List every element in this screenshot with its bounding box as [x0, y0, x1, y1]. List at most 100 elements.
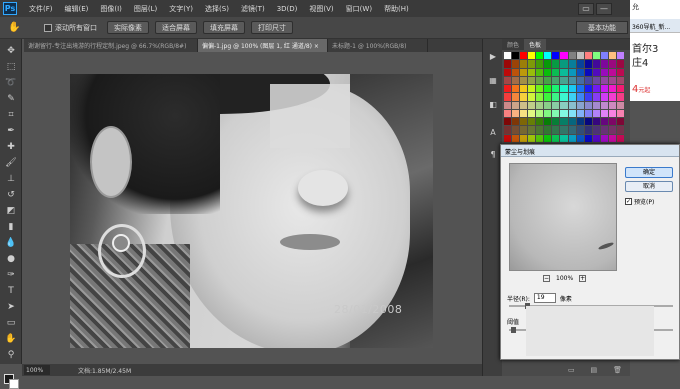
swatch-cell[interactable] — [584, 76, 592, 85]
type-tool-icon[interactable]: T — [4, 285, 18, 297]
swatch-cell[interactable] — [512, 85, 520, 93]
swatch-cell[interactable] — [576, 76, 584, 85]
swatch-cell[interactable] — [552, 109, 560, 118]
swatch-cell[interactable] — [504, 109, 512, 118]
pen-tool-icon[interactable]: ✑ — [4, 269, 18, 281]
swatch-cell[interactable] — [616, 60, 624, 68]
menu-filter[interactable]: 滤镜(T) — [235, 4, 271, 14]
dodge-tool-icon[interactable]: ● — [4, 253, 18, 265]
swatch-cell[interactable] — [512, 126, 520, 134]
swatch-cell[interactable] — [528, 85, 536, 93]
swatch-cell[interactable] — [584, 52, 592, 60]
cancel-button[interactable]: 取消 — [625, 181, 673, 192]
swatch-cell[interactable] — [592, 60, 600, 68]
swatch-cell[interactable] — [544, 68, 552, 76]
history-icon[interactable]: ▦ — [487, 75, 499, 87]
swatch-cell[interactable] — [544, 118, 552, 126]
swatch-cell[interactable] — [552, 52, 560, 60]
swatch-cell[interactable] — [616, 76, 624, 85]
menu-view[interactable]: 视图(V) — [303, 4, 339, 14]
swatch-cell[interactable] — [512, 60, 520, 68]
swatch-cell[interactable] — [560, 134, 568, 142]
document-size-info[interactable]: 文档:1.85M/2.45M — [78, 366, 131, 375]
swatch-cell[interactable] — [520, 85, 528, 93]
rectangle-tool-icon[interactable]: ▭ — [4, 317, 18, 329]
swatch-cell[interactable] — [600, 101, 608, 109]
swatch-cell[interactable] — [512, 101, 520, 109]
swatch-cell[interactable] — [520, 76, 528, 85]
radius-input[interactable]: 19 — [533, 293, 556, 303]
eraser-tool-icon[interactable]: ◩ — [4, 205, 18, 217]
swatch-cell[interactable] — [528, 126, 536, 134]
swatch-cell[interactable] — [552, 60, 560, 68]
play-icon[interactable]: ▶ — [487, 51, 499, 63]
lasso-tool-icon[interactable]: ➰ — [4, 77, 18, 89]
menu-window[interactable]: 窗口(W) — [340, 4, 378, 14]
swatch-cell[interactable] — [608, 85, 616, 93]
swatch-cell[interactable] — [576, 126, 584, 134]
swatch-cell[interactable] — [512, 68, 520, 76]
swatch-cell[interactable] — [560, 93, 568, 101]
swatch-cell[interactable] — [608, 93, 616, 101]
path-select-tool-icon[interactable]: ➤ — [4, 301, 18, 313]
swatch-cell[interactable] — [536, 76, 544, 85]
eyedropper-tool-icon[interactable]: ✒ — [4, 125, 18, 137]
swatch-cell[interactable] — [592, 126, 600, 134]
marquee-tool-icon[interactable]: ⬚ — [4, 61, 18, 73]
swatch-cell[interactable] — [536, 68, 544, 76]
swatch-cell[interactable] — [504, 60, 512, 68]
swatch-cell[interactable] — [552, 93, 560, 101]
swatch-cell[interactable] — [512, 118, 520, 126]
fit-screen-button[interactable]: 适合屏幕 — [155, 21, 197, 34]
swatch-cell[interactable] — [512, 93, 520, 101]
history-brush-tool-icon[interactable]: ↺ — [4, 189, 18, 201]
swatch-cell[interactable] — [544, 126, 552, 134]
swatch-cell[interactable] — [536, 109, 544, 118]
swatch-cell[interactable] — [528, 101, 536, 109]
swatch-cell[interactable] — [552, 68, 560, 76]
swatch-cell[interactable] — [600, 109, 608, 118]
swatch-cell[interactable] — [584, 68, 592, 76]
swatch-cell[interactable] — [608, 68, 616, 76]
swatch-cell[interactable] — [536, 134, 544, 142]
swatch-cell[interactable] — [576, 93, 584, 101]
swatch-cell[interactable] — [600, 118, 608, 126]
swatch-cell[interactable] — [528, 60, 536, 68]
menu-edit[interactable]: 编辑(E) — [59, 4, 95, 14]
swatch-cell[interactable] — [512, 52, 520, 60]
swatch-cell[interactable] — [576, 134, 584, 142]
swatch-cell[interactable] — [568, 52, 576, 60]
swatch-cell[interactable] — [560, 101, 568, 109]
swatch-cell[interactable] — [560, 126, 568, 134]
swatch-cell[interactable] — [600, 76, 608, 85]
hand-tool-icon[interactable]: ✋ — [4, 333, 18, 345]
swatch-cell[interactable] — [600, 85, 608, 93]
hand-tool-icon[interactable]: ✋ — [8, 22, 22, 33]
swatch-cell[interactable] — [536, 93, 544, 101]
swatch-cell[interactable] — [616, 101, 624, 109]
swatch-cell[interactable] — [552, 76, 560, 85]
threshold-slider-thumb[interactable] — [511, 327, 516, 333]
swatch-cell[interactable] — [616, 126, 624, 134]
swatch-cell[interactable] — [520, 68, 528, 76]
swatch-cell[interactable] — [528, 134, 536, 142]
swatch-cell[interactable] — [504, 93, 512, 101]
swatch-cell[interactable] — [536, 60, 544, 68]
clone-stamp-tool-icon[interactable]: ⊥ — [4, 173, 18, 185]
swatch-cell[interactable] — [600, 60, 608, 68]
restore-button[interactable]: ▭ — [578, 2, 594, 15]
swatch-cell[interactable] — [536, 126, 544, 134]
swatch-cell[interactable] — [576, 101, 584, 109]
swatch-cell[interactable] — [552, 126, 560, 134]
zoom-in-button[interactable]: + — [579, 275, 587, 282]
tab-document-3[interactable]: 未标题-1 @ 100%(RGB/8) — [328, 39, 428, 52]
background-color-swatch[interactable] — [9, 379, 19, 389]
ok-button[interactable]: 确定 — [625, 167, 673, 178]
menu-select[interactable]: 选择(S) — [199, 4, 235, 14]
swatch-cell[interactable] — [504, 76, 512, 85]
zoom-out-button[interactable]: − — [543, 275, 550, 282]
swatch-cell[interactable] — [600, 93, 608, 101]
paragraph-icon[interactable]: ¶ — [487, 149, 499, 161]
swatch-cell[interactable] — [504, 118, 512, 126]
menu-file[interactable]: 文件(F) — [23, 4, 59, 14]
